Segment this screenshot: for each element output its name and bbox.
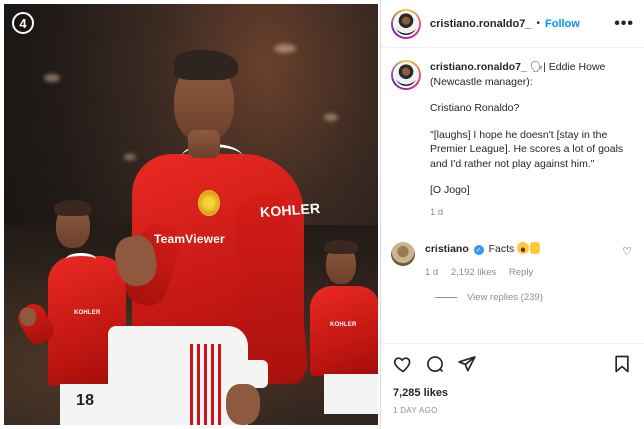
view-replies-label: View replies (239) [467,292,543,303]
club-crest [198,190,220,216]
comment: cristiano ✓ Facts 1 d 2,192 likes Reply … [381,220,644,278]
caption-username[interactable]: cristiano.ronaldo7_ [430,61,527,73]
verified-badge-icon: ✓ [473,245,484,255]
comment-likes[interactable]: 2,192 likes [451,267,496,278]
author-username[interactable]: cristiano.ronaldo7_ [430,18,531,30]
instagram-post: KOHLER 18 KOHLER KOHLER TeamViewer 4 cri… [0,0,644,429]
replies-divider [435,297,457,298]
caption-line: [O Jogo] [430,184,470,196]
post-photo[interactable]: KOHLER 18 KOHLER KOHLER TeamViewer 4 [4,4,378,425]
post-likes-count[interactable]: 7,285 likes [393,387,632,399]
shirt-sponsor: KOHLER [259,199,321,221]
comment-text: Facts [488,243,515,255]
view-replies-link[interactable]: View replies (239) [381,278,644,303]
avatar[interactable] [391,242,415,266]
caption-age: 1 d [430,206,444,218]
stadium-light [324,114,338,121]
post-actions: 7,285 likes 1 DAY AGO [381,343,644,415]
laughing-emoji-icon [517,242,530,254]
pipe-separator: | [543,61,546,73]
follow-button[interactable]: Follow [545,18,580,30]
avatar[interactable] [391,60,421,90]
image-number-badge: 4 [12,12,34,34]
post-caption: cristiano.ronaldo7_ 🗣| Eddie Howe (Newca… [381,48,644,220]
sleeve-sponsor: TeamViewer [154,232,225,246]
thumbs-up-emoji-icon [530,242,541,254]
reply-button[interactable]: Reply [509,267,533,278]
stadium-light [274,44,296,53]
post-side-panel: cristiano.ronaldo7_ • Follow ••• cristia… [380,0,644,429]
more-options-icon[interactable]: ••• [614,15,634,33]
comment-age: 1 d [425,267,439,278]
caption-line: Cristiano Ronaldo? [430,102,520,114]
caption-line: "[laughs] I hope he doesn't [stay in the… [430,128,624,170]
comment-username[interactable]: cristiano [425,243,469,255]
like-comment-heart-icon[interactable]: ♡ [622,245,632,258]
separator-dot: • [536,18,540,29]
stadium-light [44,74,60,82]
share-paper-plane-icon[interactable] [457,354,477,374]
avatar[interactable] [391,8,421,39]
shirt-number: 18 [76,392,95,409]
post-header: cristiano.ronaldo7_ • Follow ••• [381,0,644,48]
stadium-light [124,154,136,160]
post-date: 1 DAY AGO [393,406,438,415]
speaker-icon: 🗣 [529,61,544,73]
like-heart-icon[interactable] [393,354,413,374]
bookmark-icon[interactable] [612,354,632,374]
comment-bubble-icon[interactable] [425,354,445,374]
